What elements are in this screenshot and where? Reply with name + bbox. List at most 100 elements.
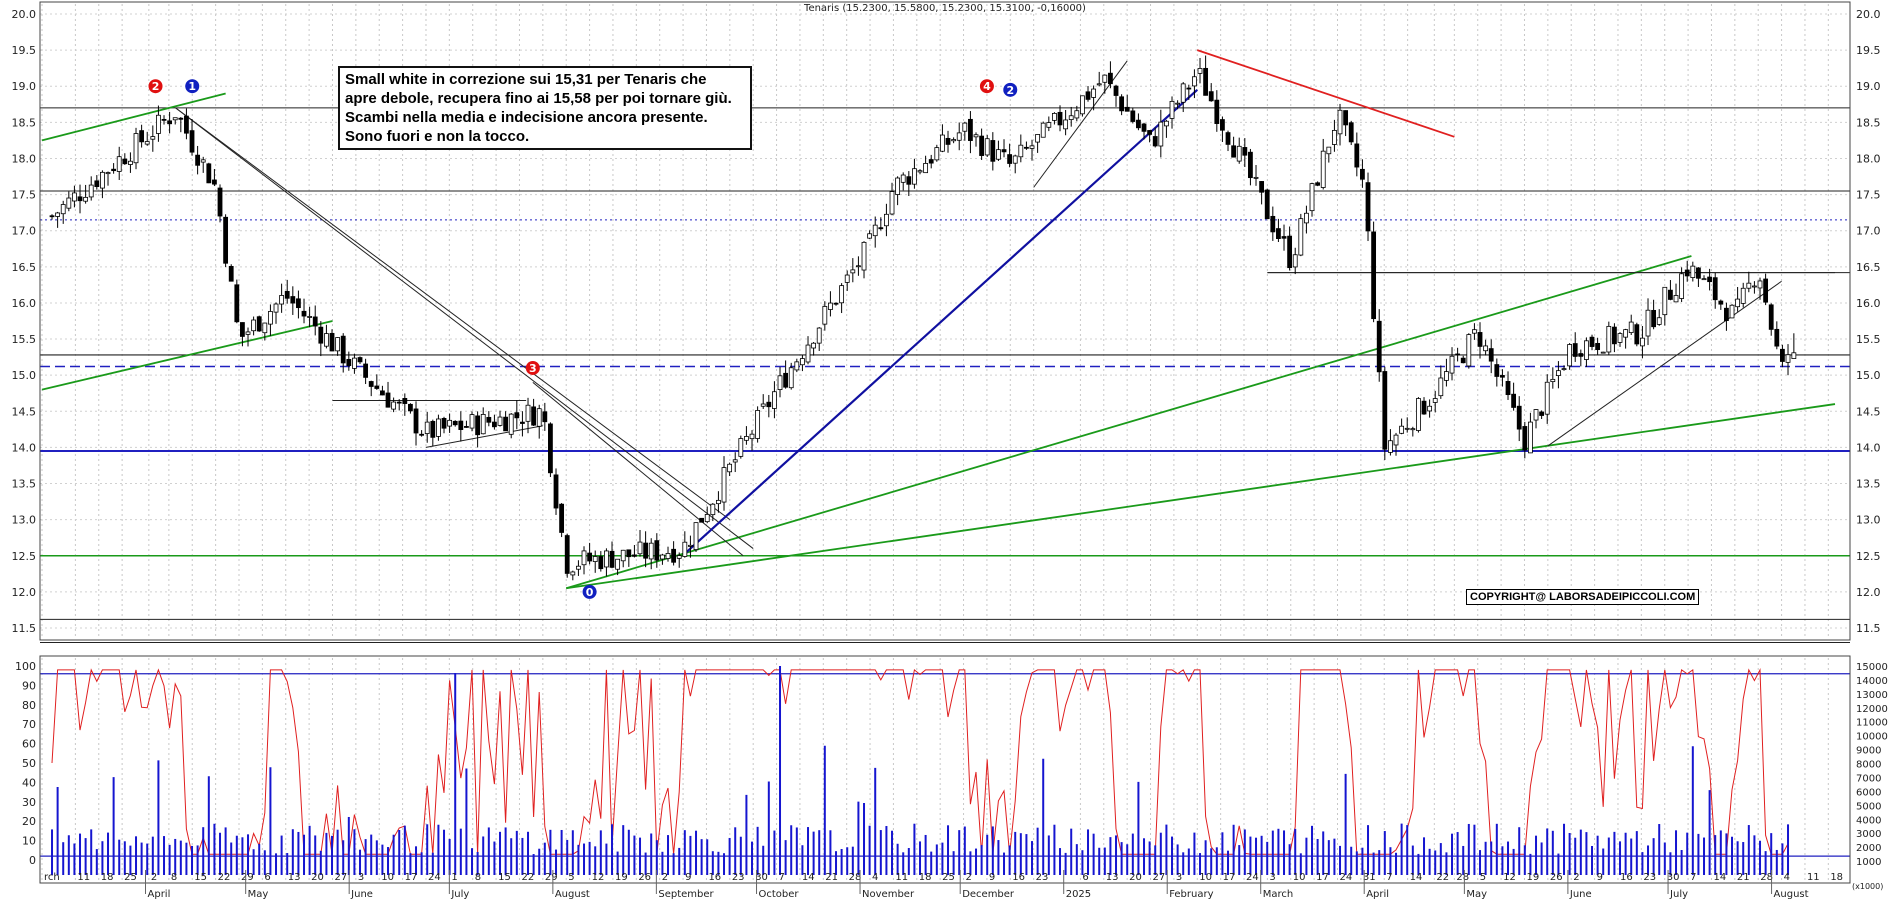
candle-body [660, 554, 665, 560]
candle-body [55, 212, 61, 217]
candle-body [1718, 300, 1724, 305]
x-tick-label: 16 [708, 872, 721, 883]
candle-body [234, 284, 240, 323]
candle-body [1567, 344, 1573, 367]
x-tick-label: 23 [1643, 872, 1656, 883]
candle-body [240, 322, 245, 337]
candle-body [632, 554, 637, 557]
stock-chart: 20.0 20.0 19.5 19.5 19.0 19.0 18.5 18.5 18.0 18.0… [12, 1, 1888, 900]
candle-body [811, 342, 817, 349]
volume-tick-label: 1000 [1856, 857, 1881, 868]
candle-body [312, 316, 318, 327]
x-tick-label: rch [44, 872, 60, 883]
month-label: February [1169, 889, 1213, 900]
candle-body [1180, 83, 1186, 103]
candle-body [839, 285, 845, 304]
x-tick-label: 1 [451, 872, 457, 883]
chart-window: 20.0 20.0 19.5 19.5 19.0 19.0 18.5 18.5 18.0 18.0… [0, 0, 1890, 903]
candle-body [156, 114, 161, 134]
candle-body [184, 115, 189, 134]
month-label: April [1366, 889, 1389, 900]
oscillator-line [51, 667, 1789, 855]
x-tick-label: 27 [1153, 872, 1166, 883]
note-line: Scambi nella media e indecisione ancora … [345, 109, 708, 126]
x-tick-label: 3 [358, 872, 364, 883]
candle-body [1292, 254, 1298, 268]
candle-body [727, 463, 733, 473]
wave-label-text: 4 [983, 80, 991, 93]
candle-body [1645, 309, 1651, 337]
month-label: September [658, 889, 714, 900]
candle-body [1684, 269, 1690, 277]
candle-body [1068, 115, 1074, 120]
candle-body [772, 391, 777, 409]
candle-body [1757, 280, 1763, 289]
candle-body [441, 418, 447, 429]
candle-body [1052, 112, 1057, 121]
candle-body [1556, 370, 1561, 377]
y-tick-label-right: 15.0 [1856, 369, 1881, 382]
candle-body [536, 408, 542, 427]
candle-body [178, 117, 184, 120]
y-tick-label-right: 13.0 [1856, 514, 1881, 527]
candle-body [923, 163, 929, 174]
candle-body [268, 311, 273, 325]
y-tick-label-left: 13.5 [12, 478, 37, 491]
x-tick-label: 2 [151, 872, 157, 883]
volume-tick-label: 11000 [1856, 718, 1888, 729]
candle-body [1673, 295, 1679, 303]
note-line: Sono fuori e non la tocco. [345, 128, 530, 145]
candle-body [1147, 130, 1153, 135]
candle-body [615, 558, 621, 570]
x-tick-label: 8 [171, 872, 177, 883]
candle-body [1360, 168, 1365, 180]
candle-body [1220, 119, 1225, 131]
volume-tick-label: 6000 [1856, 787, 1881, 798]
candle-body [1203, 67, 1209, 96]
y-tick-label-right: 13.5 [1856, 478, 1881, 491]
y-tick-label-right: 20.0 [1856, 8, 1881, 21]
candle-body [492, 421, 497, 428]
annotation-note: Small white in correzione sui 15,31 per … [338, 66, 752, 150]
y-tick-label-left: 20.0 [12, 8, 37, 21]
candle-body [1640, 337, 1645, 347]
candle-body [833, 302, 839, 305]
candle-body [1253, 176, 1259, 179]
volume-tick-label: 4000 [1856, 815, 1881, 826]
candle-body [408, 403, 413, 412]
x-tick-label: 15 [498, 872, 511, 883]
candle-body [1746, 282, 1752, 289]
candle-body [1080, 95, 1085, 115]
candle-body [200, 159, 206, 163]
candle-body [94, 180, 100, 188]
candle-body [525, 404, 531, 422]
candle-body [217, 187, 223, 217]
candle-body [637, 541, 643, 555]
candle-body [1432, 398, 1438, 403]
volume-tick-label: 7000 [1856, 773, 1881, 784]
candle-body [1774, 328, 1780, 347]
candle-body [1617, 333, 1623, 343]
candle-body [329, 332, 335, 352]
x-tick-label: 11 [77, 872, 90, 883]
candle-body [900, 174, 906, 183]
candle-body [357, 357, 363, 363]
candle-body [1158, 121, 1164, 147]
candle-body [296, 298, 301, 309]
candle-body [1612, 326, 1617, 345]
month-label: October [759, 889, 800, 900]
candle-body [307, 316, 313, 318]
candle-body [279, 295, 285, 305]
candle-body [1012, 155, 1018, 164]
candle-body [1628, 321, 1634, 334]
wave-label-text: 1 [188, 80, 196, 93]
y-tick-label-right: 17.5 [1856, 189, 1881, 202]
candle-body [531, 406, 537, 426]
candle-body [419, 433, 425, 436]
candle-body [917, 170, 923, 173]
x-tick-label: 12 [1503, 872, 1516, 883]
candle-body [374, 385, 380, 389]
candle-body [318, 326, 324, 344]
volume-tick-label: 13000 [1856, 690, 1888, 701]
candle-body [828, 302, 833, 310]
